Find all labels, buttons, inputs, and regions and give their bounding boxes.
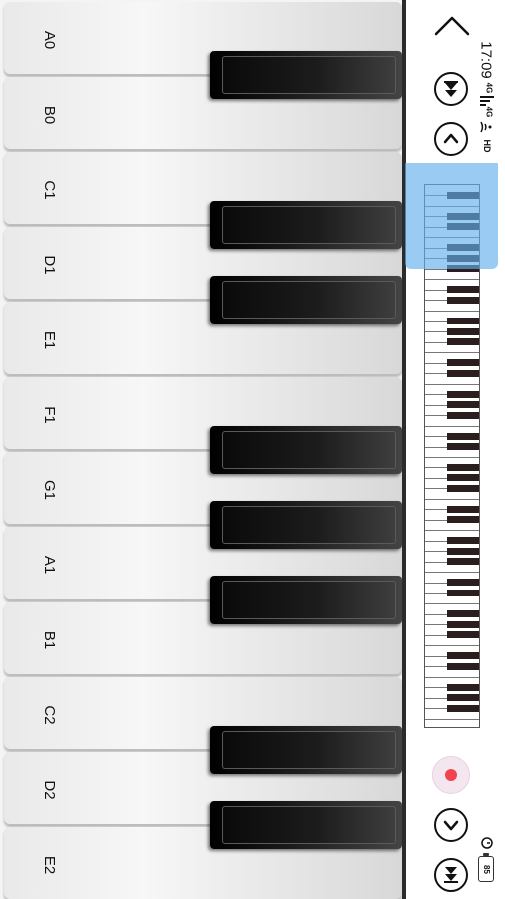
mini-black-key <box>447 631 479 639</box>
mini-black-key <box>447 317 479 325</box>
mini-key-line <box>425 603 479 605</box>
signal-icon <box>480 95 494 107</box>
hd-indicator: HD <box>482 139 492 153</box>
black-key[interactable] <box>210 576 402 624</box>
black-key[interactable] <box>210 201 402 249</box>
mini-key-line <box>425 383 479 385</box>
mini-black-key <box>447 443 479 450</box>
mini-black-key <box>447 296 479 304</box>
key-label: E2 <box>41 855 59 875</box>
mini-black-key <box>447 683 479 691</box>
mini-black-key <box>447 338 479 346</box>
mini-black-key <box>447 411 479 419</box>
scroll-up-button[interactable] <box>434 122 468 156</box>
mini-black-key <box>447 359 479 367</box>
mini-key-line <box>425 530 479 532</box>
black-key[interactable] <box>210 426 402 474</box>
status-clock: 17:09 <box>477 41 495 79</box>
mini-black-key <box>447 328 479 335</box>
mini-black-key <box>447 390 479 398</box>
mini-key-line <box>425 425 479 427</box>
key-label: C2 <box>41 705 59 725</box>
key-label: B1 <box>41 630 59 650</box>
record-button[interactable] <box>432 756 470 794</box>
mini-black-key <box>447 694 479 702</box>
chevron-left-icon <box>434 16 470 36</box>
skip-end-button[interactable] <box>434 858 468 892</box>
key-label: A0 <box>41 30 59 50</box>
mini-black-key <box>447 558 479 566</box>
mini-key-line <box>425 676 479 678</box>
key-label: B0 <box>41 105 59 125</box>
black-key[interactable] <box>210 801 402 849</box>
mini-black-key <box>447 652 479 660</box>
battery-indicator: 85 <box>478 853 494 882</box>
black-key[interactable] <box>210 51 402 99</box>
black-key[interactable] <box>210 501 402 549</box>
black-key[interactable] <box>210 276 402 324</box>
mini-black-key <box>447 505 479 513</box>
mini-key-line <box>425 718 479 720</box>
key-label: F1 <box>41 406 59 424</box>
mini-black-key <box>447 484 479 492</box>
mini-black-key <box>447 547 479 555</box>
chevron-up-icon <box>443 133 459 144</box>
mini-black-key <box>447 369 479 377</box>
mini-black-key <box>447 464 479 471</box>
key-label: D2 <box>41 780 59 800</box>
key-label: C1 <box>41 180 59 200</box>
mini-black-key <box>447 579 479 586</box>
skip-start-icon <box>444 81 458 97</box>
record-icon <box>445 769 457 781</box>
mini-black-key <box>447 589 479 597</box>
mini-key-line <box>425 645 479 647</box>
mini-black-key <box>447 704 479 712</box>
network-indicator: 4G <box>484 82 494 94</box>
chevron-down-icon <box>443 820 459 831</box>
mini-black-key <box>447 516 479 524</box>
wifi-icon <box>479 120 495 134</box>
network-indicator-2: 4G <box>484 106 494 118</box>
skip-end-icon <box>444 867 458 883</box>
piano-keyboard: A0 B0 C1 D1 E1 F1 G1 A1 B1 C2 D2 E2 <box>0 0 402 899</box>
alarm-icon <box>480 836 494 850</box>
mini-black-key <box>447 401 479 409</box>
scroll-down-button[interactable] <box>434 808 468 842</box>
key-label: G1 <box>41 479 59 500</box>
visible-range-handle[interactable] <box>405 163 498 269</box>
key-label: A1 <box>41 555 59 575</box>
mini-black-key <box>447 432 479 440</box>
mini-black-key <box>447 620 479 628</box>
mini-key-line <box>425 279 479 281</box>
mini-black-key <box>447 474 479 482</box>
mini-key-line <box>425 310 479 312</box>
black-key[interactable] <box>210 726 402 774</box>
mini-black-key <box>447 662 479 670</box>
mini-key-line <box>425 457 479 458</box>
skip-start-button[interactable] <box>434 72 468 106</box>
back-button[interactable] <box>432 10 472 40</box>
key-label: D1 <box>41 255 59 275</box>
mini-key-line <box>425 498 479 500</box>
mini-black-key <box>447 286 479 294</box>
mini-black-key <box>447 537 479 545</box>
key-label: E1 <box>41 330 59 350</box>
mini-key-line <box>425 572 479 574</box>
battery-level: 85 <box>481 864 491 874</box>
mini-key-line <box>425 352 479 354</box>
mini-black-key <box>447 610 479 618</box>
